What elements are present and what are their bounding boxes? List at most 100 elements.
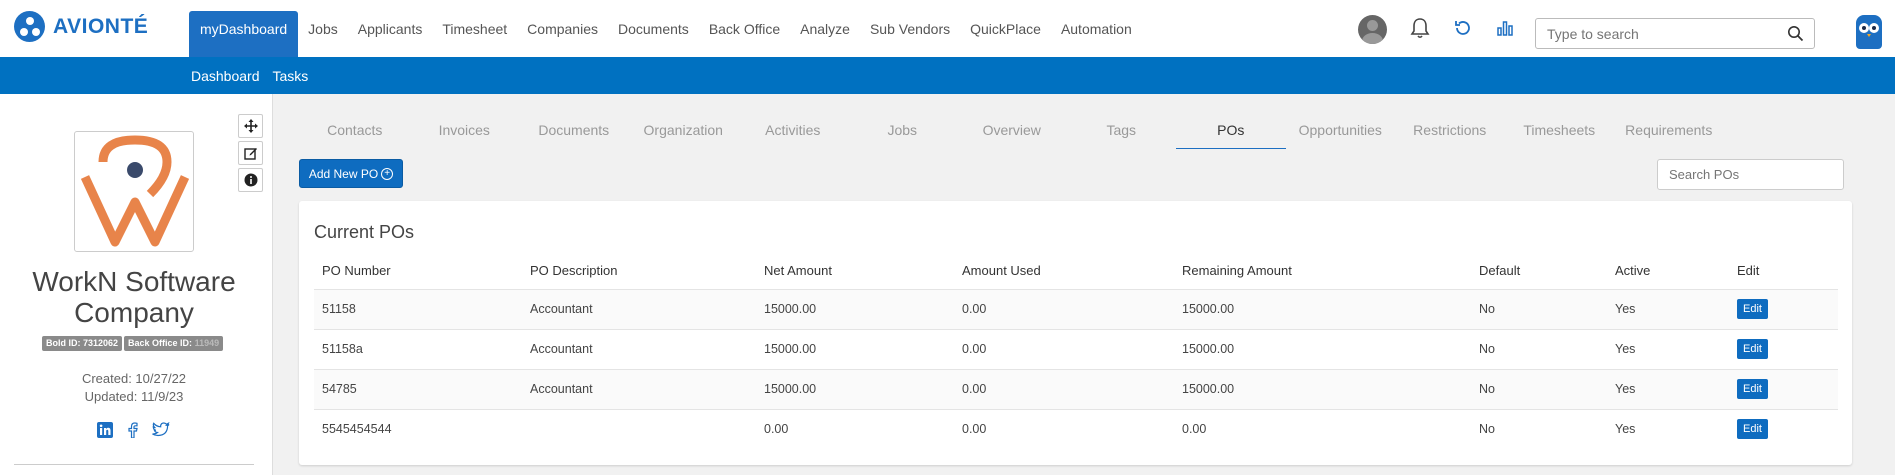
table-row: 54785 Accountant 15000.00 0.00 15000.00 … [314,368,1838,409]
info-icon[interactable] [238,168,263,192]
nav-item-sub-vendors[interactable]: Sub Vendors [860,0,960,57]
edit-icon[interactable] [238,141,263,165]
refresh-icon[interactable] [1451,16,1475,40]
tab-organization[interactable]: Organization [629,115,739,149]
company-name: WorkN Software Company [32,266,236,328]
net-amount: 15000.00 [756,328,954,369]
sub-navigation-bar: Dashboard Tasks [0,57,1895,94]
tab-tags[interactable]: Tags [1067,115,1177,149]
nav-item-analyze[interactable]: Analyze [790,0,860,57]
table-row: 5545454544 0.00 0.00 0.00 No Yes Edit [314,408,1838,449]
amount-used: 0.00 [954,288,1174,329]
nav-item-automation[interactable]: Automation [1051,0,1142,57]
subnav-item-tasks[interactable]: Tasks [273,68,309,84]
brand-name: AVIONTÉ [53,14,149,38]
nav-item-quickplace[interactable]: QuickPlace [960,0,1051,57]
twitter-icon[interactable] [152,421,170,439]
created-date: Created: 10/27/22 [81,371,187,386]
po-number: 51158a [314,328,522,369]
column-header: PO Description [530,263,618,279]
column-header: Amount Used [962,263,1041,279]
active-flag: Yes [1607,368,1729,409]
company-dates: Created: 10/27/22 Updated: 11/9/23 [0,370,268,406]
company-logo [74,131,194,252]
bold-id-badge: Bold ID: 7312062 [42,336,123,351]
user-avatar[interactable] [1358,15,1387,44]
po-search-input[interactable] [1658,160,1838,189]
po-number: 5545454544 [314,408,522,449]
back-office-id-badge: Back Office ID: 11949 [124,336,224,351]
column-header: Remaining Amount [1182,263,1292,279]
avionte-logo-icon [14,11,45,42]
subnav-item-dashboard[interactable]: Dashboard [191,68,260,84]
default-flag: No [1471,328,1607,369]
nav-item-mydashboard[interactable]: myDashboard [189,11,299,57]
global-search-input[interactable] [1536,19,1776,48]
top-navigation-bar: AVIONTÉ myDashboard Jobs Applicants Time… [0,0,1895,57]
edit-button[interactable]: Edit [1737,419,1768,440]
nav-item-timesheet[interactable]: Timesheet [432,0,517,57]
company-profile-panel: WorkN Software Company Bold ID: 7312062 … [0,94,273,475]
tab-requirements[interactable]: Requirements [1614,115,1724,149]
nav-item-applicants[interactable]: Applicants [348,0,433,57]
facebook-icon[interactable] [124,421,142,439]
column-header: Edit [1737,263,1760,279]
table-row: 51158a Accountant 15000.00 0.00 15000.00… [314,328,1838,369]
nav-item-jobs[interactable]: Jobs [298,0,348,57]
remaining-amount: 15000.00 [1174,328,1471,369]
edit-button[interactable]: Edit [1737,339,1768,359]
po-description [522,408,756,449]
tab-timesheets[interactable]: Timesheets [1505,115,1615,149]
profile-tools [238,114,263,192]
table-header-row: PO Number PO Description Net Amount Amou… [314,253,1838,289]
nav-item-back-office[interactable]: Back Office [699,0,790,57]
remaining-amount: 15000.00 [1174,368,1471,409]
social-links [96,421,170,439]
edit-button[interactable]: Edit [1737,299,1768,319]
bell-icon[interactable] [1408,16,1432,40]
move-icon[interactable] [238,114,263,138]
card-title: Current POs [314,222,415,242]
tab-jobs[interactable]: Jobs [848,115,958,149]
tab-pos[interactable]: POs [1176,115,1286,149]
amount-used: 0.00 [954,328,1174,369]
tab-overview[interactable]: Overview [957,115,1067,149]
po-description: Accountant [522,368,756,409]
owl-assistant-icon[interactable] [1856,15,1882,49]
plus-circle-icon: + [381,167,394,180]
search-icon[interactable] [1787,25,1804,47]
column-header: PO Number [322,263,391,279]
po-search-box[interactable] [1657,159,1844,190]
column-header: Default [1479,263,1521,279]
company-id-badges: Bold ID: 7312062 Back Office ID: 11949 [42,336,225,351]
table-row: 51158 Accountant 15000.00 0.00 15000.00 … [314,288,1838,329]
column-header: Net Amount [764,263,832,279]
net-amount: 15000.00 [756,368,954,409]
amount-used: 0.00 [954,408,1174,449]
tab-restrictions[interactable]: Restrictions [1395,115,1505,149]
tab-activities[interactable]: Activities [738,115,848,149]
linkedin-icon[interactable] [96,421,114,439]
nav-item-companies[interactable]: Companies [517,0,608,57]
global-search[interactable] [1535,18,1815,49]
edit-button[interactable]: Edit [1737,379,1768,399]
active-flag: Yes [1607,288,1729,329]
tab-opportunities[interactable]: Opportunities [1286,115,1396,149]
analytics-chart-icon[interactable] [1493,16,1517,40]
tab-contacts[interactable]: Contacts [300,115,410,149]
company-tabs: Contacts Invoices Documents Organization… [300,115,1724,149]
remaining-amount: 15000.00 [1174,288,1471,329]
pos-table: PO Number PO Description Net Amount Amou… [314,253,1838,449]
column-header: Active [1615,263,1651,279]
tab-documents[interactable]: Documents [519,115,629,149]
add-new-po-button[interactable]: Add New PO + [299,159,403,188]
updated-date: Updated: 11/9/23 [84,389,184,404]
avionte-logo[interactable]: AVIONTÉ [14,11,148,42]
active-flag: Yes [1607,408,1729,449]
amount-used: 0.00 [954,368,1174,409]
tab-invoices[interactable]: Invoices [410,115,520,149]
current-pos-card: Current POs PO Number PO Description Net… [299,201,1852,465]
po-number: 51158 [314,288,522,329]
nav-item-documents[interactable]: Documents [608,0,699,57]
remaining-amount: 0.00 [1174,408,1471,449]
